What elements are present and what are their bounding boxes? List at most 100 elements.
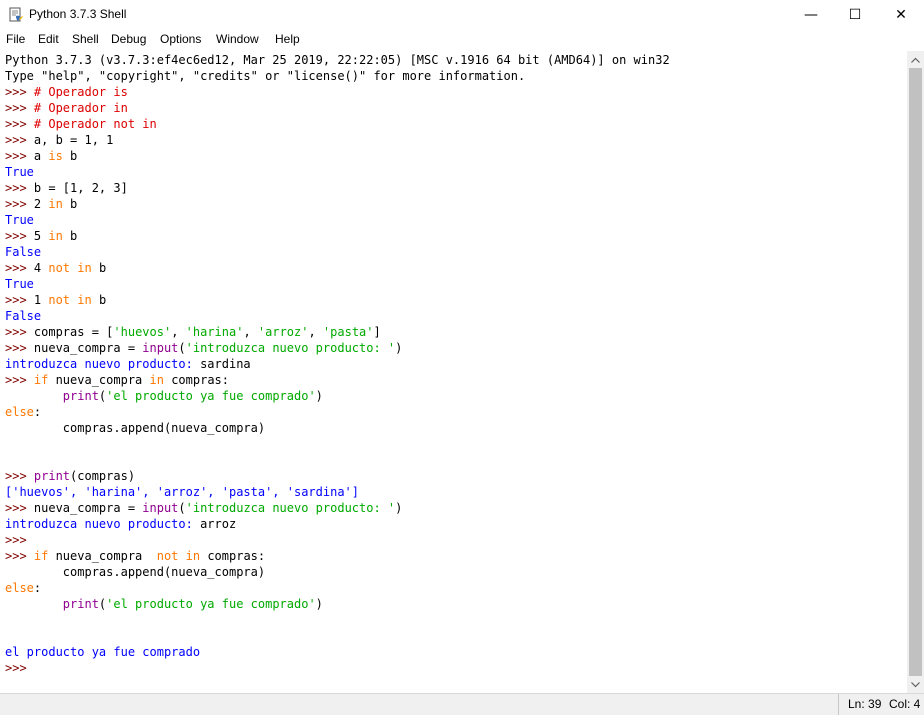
shell-line: >>> nueva_compra = input('introduzca nue… <box>5 340 402 356</box>
token-prompt: >>> <box>5 373 34 387</box>
token-normal: ] <box>373 325 381 339</box>
token-kw: in <box>48 229 63 243</box>
token-out: False <box>5 309 42 323</box>
shell-line: else: <box>5 580 41 596</box>
chevron-down-icon <box>911 681 920 687</box>
token-prompt: >>> <box>5 261 34 275</box>
token-prompt: >>> <box>5 661 34 675</box>
shell-line: >>> <box>5 532 34 548</box>
token-str: 'harina' <box>185 325 244 339</box>
menu-help[interactable]: Help <box>275 32 300 46</box>
shell-line: >>> a is b <box>5 148 77 164</box>
token-kw: if <box>33 549 49 563</box>
scroll-down-button[interactable] <box>907 676 924 693</box>
shell-line: >>> nueva_compra = input('introduzca nue… <box>5 500 402 516</box>
token-normal: Python 3.7.3 (v3.7.3:ef4ec6ed12, Mar 25 … <box>5 53 670 67</box>
token-normal: b <box>62 149 78 163</box>
token-str: 'introduzca nuevo producto: ' <box>185 341 396 355</box>
close-button[interactable]: ✕ <box>878 0 924 30</box>
token-normal: 5 <box>33 229 49 243</box>
token-normal: a, b = 1, 1 <box>33 133 114 147</box>
shell-line: ['huevos', 'harina', 'arroz', 'pasta', '… <box>5 484 359 500</box>
minimize-button[interactable]: — <box>788 0 834 30</box>
token-normal: ) <box>315 389 323 403</box>
menu-shell[interactable]: Shell <box>72 32 99 46</box>
token-normal: ) <box>315 597 323 611</box>
token-normal: b = [1, 2, 3] <box>33 181 128 195</box>
shell-line: >>> compras = ['huevos', 'harina', 'arro… <box>5 324 381 340</box>
shell-line: >>> b = [1, 2, 3] <box>5 180 128 196</box>
token-out: True <box>5 277 34 291</box>
token-prompt: >>> <box>5 469 34 483</box>
token-normal: Type "help", "copyright", "credits" or "… <box>5 69 526 83</box>
menu-file[interactable]: File <box>6 32 25 46</box>
minimize-icon: — <box>804 7 818 23</box>
token-normal: 1 <box>33 293 49 307</box>
vertical-scrollbar[interactable] <box>907 51 924 693</box>
token-str: 'huevos' <box>113 325 172 339</box>
token-kw: not in <box>48 261 92 275</box>
token-builtin: input <box>142 501 179 515</box>
status-column: Col: 4 <box>889 697 921 711</box>
status-bar: Ln: 39 Col: 4 <box>0 693 924 715</box>
token-kw: if <box>33 373 49 387</box>
token-comment: # Operador in <box>33 101 128 115</box>
token-normal: b <box>91 261 107 275</box>
shell-line: >>> if nueva_compra in compras: <box>5 372 229 388</box>
token-normal: : <box>33 581 42 595</box>
token-normal: : <box>33 405 42 419</box>
token-normal <box>5 597 63 611</box>
scroll-thumb[interactable] <box>909 68 922 676</box>
maximize-icon: ☐ <box>848 7 862 23</box>
token-str: 'arroz' <box>257 325 309 339</box>
token-normal: a <box>33 149 49 163</box>
menu-bar: File Edit Shell Debug Options Window Hel… <box>0 30 924 50</box>
token-prompt: >>> <box>5 549 34 563</box>
token-prompt: >>> <box>5 501 34 515</box>
token-kw: is <box>48 149 63 163</box>
menu-options[interactable]: Options <box>160 32 201 46</box>
title-bar: Python 3.7.3 Shell — ☐ ✕ <box>0 0 924 30</box>
menu-edit[interactable]: Edit <box>38 32 59 46</box>
token-builtin: print <box>33 469 71 483</box>
token-out: el producto ya fue comprado <box>5 645 201 659</box>
token-normal: nueva_compra <box>48 373 150 387</box>
shell-line: >>> 4 not in b <box>5 260 106 276</box>
token-out: introduzca nuevo producto: <box>5 357 201 371</box>
shell-line: introduzca nuevo producto: arroz <box>5 516 236 532</box>
token-str: 'pasta' <box>322 325 374 339</box>
scroll-up-button[interactable] <box>907 51 924 68</box>
token-normal: , <box>171 325 186 339</box>
token-str: 'el producto ya fue comprado' <box>106 597 316 611</box>
shell-line: >>> # Operador is <box>5 84 128 100</box>
token-normal: (compras) <box>70 469 136 483</box>
token-prompt: >>> <box>5 101 34 115</box>
shell-line: False <box>5 308 41 324</box>
token-normal: ( <box>178 501 186 515</box>
shell-line: print('el producto ya fue comprado') <box>5 388 323 404</box>
token-comment: # Operador is <box>33 85 128 99</box>
token-kw: not in <box>156 549 201 563</box>
token-normal: 4 <box>33 261 49 275</box>
shell-text-area[interactable]: Python 3.7.3 (v3.7.3:ef4ec6ed12, Mar 25 … <box>0 51 907 693</box>
token-prompt: >>> <box>5 341 34 355</box>
shell-line: False <box>5 244 41 260</box>
token-kw: else <box>5 581 34 595</box>
shell-line: >>> # Operador not in <box>5 116 157 132</box>
token-prompt: >>> <box>5 293 34 307</box>
maximize-button[interactable]: ☐ <box>832 0 878 30</box>
token-normal: b <box>91 293 107 307</box>
token-builtin: print <box>62 597 99 611</box>
shell-line: Type "help", "copyright", "credits" or "… <box>5 68 525 84</box>
menu-debug[interactable]: Debug <box>111 32 146 46</box>
token-normal: nueva_compra = <box>33 501 143 515</box>
menu-window[interactable]: Window <box>216 32 259 46</box>
token-normal <box>5 389 63 403</box>
status-divider <box>838 694 839 715</box>
token-normal: compras: <box>163 373 229 387</box>
shell-line: >>> if nueva_compra not in compras: <box>5 548 265 564</box>
token-normal: arroz <box>200 517 237 531</box>
token-out: True <box>5 165 34 179</box>
token-prompt: >>> <box>5 229 34 243</box>
token-str: 'introduzca nuevo producto: ' <box>185 501 396 515</box>
